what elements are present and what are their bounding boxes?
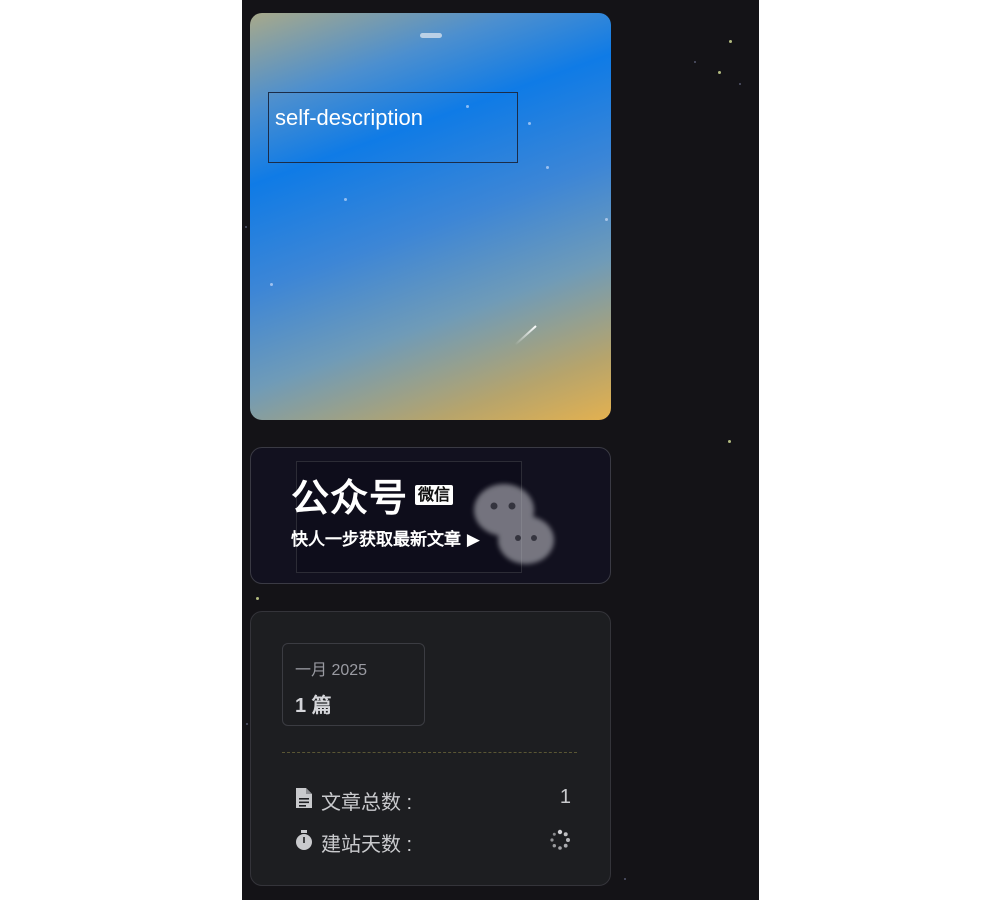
stat-row-articles: 文章总数 : 1 (295, 784, 571, 814)
wechat-logo-icon (474, 484, 554, 564)
site-stats-card: 一月 2025 1 篇 文章总数 : 1 建站天数: (250, 611, 611, 886)
file-icon (296, 788, 312, 808)
wechat-badge: 微信 (415, 485, 454, 505)
decor-dot (466, 105, 469, 108)
self-description-card: self-description (250, 13, 611, 420)
self-description-box: self-description (268, 92, 518, 163)
background-star (246, 723, 248, 725)
background-star (256, 597, 259, 600)
site-days-label: 建站天数 : (321, 834, 413, 856)
drag-handle[interactable] (420, 33, 442, 38)
stat-row-days: 建站天数 : (295, 826, 571, 856)
background-star (728, 440, 731, 443)
loading-spinner-icon (550, 829, 570, 850)
archive-month-label: 一月 2025 (295, 662, 368, 679)
wechat-subtitle: 快人一步获取最新文章 ▶ (291, 530, 480, 550)
sidebar-column: self-description 公众号 微信 快人一步获取最新文章 ▶ 一月 … (242, 0, 759, 900)
article-count-value: 1 (559, 786, 571, 808)
background-star (624, 878, 626, 880)
background-star (718, 71, 721, 74)
wechat-banner-card[interactable]: 公众号 微信 快人一步获取最新文章 ▶ (250, 447, 611, 584)
divider (282, 752, 577, 753)
decor-dot (344, 198, 347, 201)
decor-dot (605, 218, 608, 221)
archive-post-count: 1 篇 (295, 695, 332, 717)
background-star (729, 40, 732, 43)
background-star (245, 226, 247, 228)
wechat-title: 公众号 (291, 476, 409, 520)
background-star (694, 61, 696, 63)
decor-dot (546, 166, 549, 169)
background-star (739, 83, 741, 85)
article-count-label: 文章总数 : (321, 792, 413, 814)
page: self-description 公众号 微信 快人一步获取最新文章 ▶ 一月 … (0, 0, 1000, 900)
archive-month-item[interactable]: 一月 2025 1 篇 (282, 643, 425, 726)
decor-dot (528, 122, 531, 125)
stopwatch-icon (296, 830, 312, 850)
self-description-text: self-description (275, 105, 423, 130)
decor-dot (270, 283, 273, 286)
meteor-streak (514, 325, 537, 346)
